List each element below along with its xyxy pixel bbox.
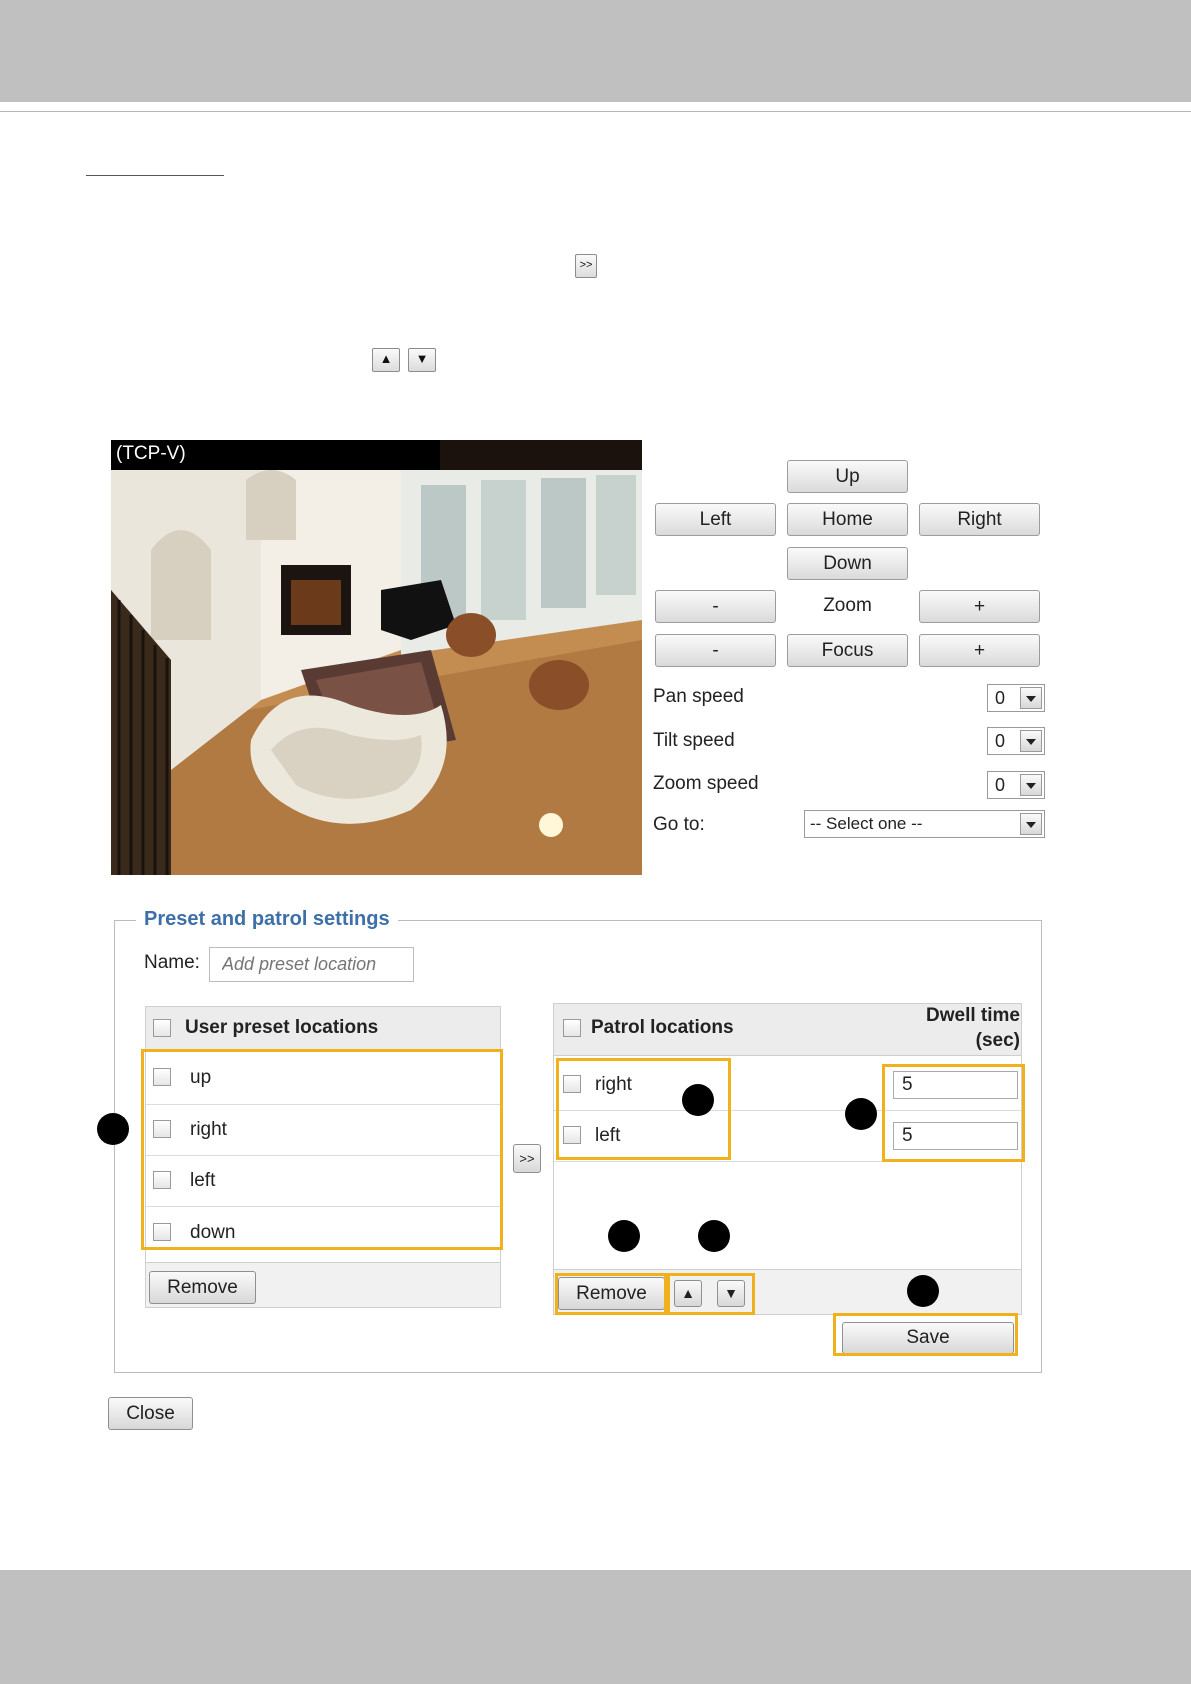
- user-preset-highlight: [141, 1049, 503, 1250]
- header-rule: [0, 111, 1191, 112]
- select-all-presets-checkbox[interactable]: [153, 1019, 171, 1037]
- callout-marker: [698, 1220, 730, 1252]
- remove-preset-button[interactable]: Remove: [149, 1271, 256, 1304]
- zoom-speed-value: 0: [995, 775, 1006, 795]
- focus-button[interactable]: Focus: [787, 634, 908, 667]
- up-button[interactable]: Up: [787, 460, 908, 493]
- focus-far-button[interactable]: +: [919, 634, 1040, 667]
- close-button[interactable]: Close: [108, 1397, 193, 1430]
- add-to-patrol-glyph: >>: [575, 254, 597, 278]
- left-button[interactable]: Left: [655, 503, 776, 536]
- preset-patrol-legend: Preset and patrol settings: [136, 908, 398, 931]
- pan-speed-label: Pan speed: [653, 686, 744, 707]
- home-button[interactable]: Home: [787, 503, 908, 536]
- callout-marker: [907, 1275, 939, 1307]
- pan-speed-select[interactable]: 0: [987, 684, 1045, 712]
- save-highlight: [833, 1313, 1018, 1356]
- pan-speed-value: 0: [995, 688, 1006, 708]
- chevron-down-icon: [1020, 687, 1042, 709]
- zoom-in-button[interactable]: +: [919, 590, 1040, 623]
- chevron-down-icon: [1020, 774, 1042, 796]
- section-underline: [86, 175, 224, 176]
- add-to-patrol-button[interactable]: >>: [513, 1144, 541, 1173]
- callout-marker: [845, 1098, 877, 1130]
- move-down-glyph: ▼: [408, 348, 436, 372]
- focus-near-button[interactable]: -: [655, 634, 776, 667]
- zoom-speed-label: Zoom speed: [653, 773, 759, 794]
- tilt-speed-value: 0: [995, 731, 1006, 751]
- reorder-highlight: [667, 1273, 755, 1315]
- zoom-out-button[interactable]: -: [655, 590, 776, 623]
- patrol-header-label: Patrol locations: [591, 1017, 734, 1038]
- preset-name-input[interactable]: [209, 947, 414, 982]
- zoom-speed-select[interactable]: 0: [987, 771, 1045, 799]
- dwell-time-highlight: [882, 1064, 1025, 1162]
- tilt-speed-label: Tilt speed: [653, 730, 735, 751]
- tilt-speed-select[interactable]: 0: [987, 727, 1045, 755]
- dwell-header-line2: (sec): [975, 1030, 1020, 1051]
- goto-label: Go to:: [653, 814, 705, 835]
- dwell-header-line1: Dwell time: [926, 1005, 1020, 1026]
- chevron-down-icon: [1020, 813, 1042, 835]
- move-up-glyph: ▲: [372, 348, 400, 372]
- camera-image: [111, 470, 642, 875]
- chevron-down-icon: [1020, 730, 1042, 752]
- zoom-label: Zoom: [823, 595, 872, 616]
- camera-label: (TCP-V): [116, 443, 186, 464]
- footer-band: [0, 1570, 1191, 1684]
- camera-caption-bar-right: [440, 440, 642, 470]
- header-band: [0, 0, 1191, 102]
- select-all-patrol-checkbox[interactable]: [563, 1019, 581, 1037]
- callout-marker: [682, 1084, 714, 1116]
- remove-patrol-highlight: [555, 1273, 667, 1315]
- user-preset-header-label: User preset locations: [185, 1017, 379, 1038]
- camera-live-view[interactable]: (TCP-V): [111, 440, 642, 875]
- name-label: Name:: [144, 952, 200, 973]
- right-button[interactable]: Right: [919, 503, 1040, 536]
- goto-value: -- Select one --: [810, 814, 923, 833]
- down-button[interactable]: Down: [787, 547, 908, 580]
- goto-select[interactable]: -- Select one --: [804, 810, 1045, 838]
- callout-marker: [608, 1220, 640, 1252]
- callout-marker: [97, 1113, 129, 1145]
